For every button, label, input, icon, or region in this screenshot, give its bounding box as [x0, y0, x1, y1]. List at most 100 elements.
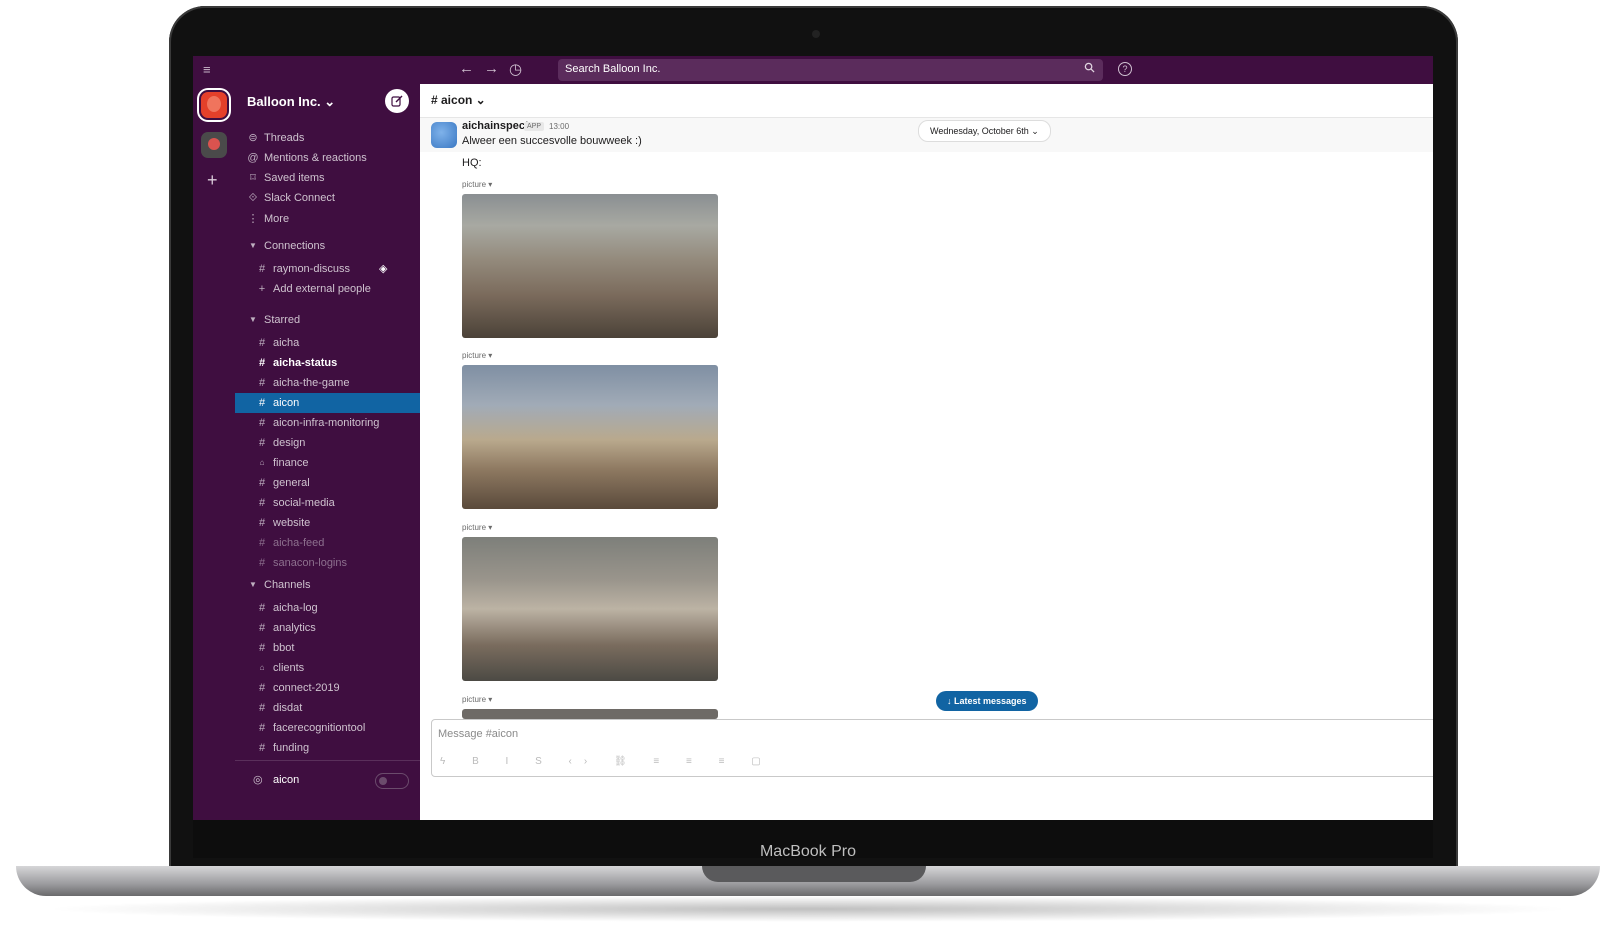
nav-label: Saved items	[264, 172, 325, 184]
channel-aicha-log[interactable]: # aicha-log	[235, 598, 420, 618]
camera	[812, 30, 820, 38]
channel-general[interactable]: # general	[235, 473, 420, 493]
forward-arrow-icon[interactable]: →	[484, 60, 499, 77]
hash-icon: #	[258, 377, 266, 389]
hash-icon: #	[258, 337, 266, 349]
channel-aicon[interactable]: # aicon	[235, 393, 420, 413]
attachment-label[interactable]: picture ▾	[462, 180, 492, 189]
nav-label: Mentions & reactions	[264, 152, 367, 164]
construction-photo[interactable]	[462, 194, 718, 338]
hash-icon: #	[258, 357, 266, 369]
compose-button[interactable]	[385, 89, 409, 113]
channel-design[interactable]: # design	[235, 433, 420, 453]
channel-label: analytics	[273, 622, 316, 634]
hash-icon: #	[258, 722, 266, 734]
help-icon[interactable]: ?	[1118, 62, 1132, 76]
channel-label: aicha-status	[273, 357, 338, 369]
device-label: MacBook Pro	[759, 843, 857, 860]
channel-label: design	[273, 437, 306, 449]
channel-label: aicha-the-game	[273, 377, 350, 389]
channel-aicha-the-game[interactable]: # aicha-the-game	[235, 373, 420, 393]
hash-icon: #	[258, 642, 266, 654]
channel-label: clients	[273, 662, 305, 674]
channel-aicha-feed[interactable]: # aicha-feed	[235, 533, 420, 553]
construction-photo[interactable]	[462, 365, 718, 509]
channel-label: raymon-discuss	[273, 263, 351, 275]
message-hq-text: HQ:	[462, 157, 482, 169]
section-connections[interactable]: ▼ Connections	[235, 236, 420, 256]
search-input[interactable]: Search Balloon Inc.	[558, 59, 1103, 81]
channel-analytics[interactable]: # analytics	[235, 618, 420, 638]
channel-connect-2019[interactable]: # connect-2019	[235, 678, 420, 698]
hash-icon: #	[258, 263, 266, 275]
workspace-name[interactable]: Balloon Inc. ⌄	[247, 94, 335, 110]
hash-icon: #	[258, 437, 266, 449]
hash-icon: #	[258, 602, 266, 614]
search-icon	[1084, 62, 1095, 73]
channel-website[interactable]: # website	[235, 513, 420, 533]
attachment-label[interactable]: picture ▾	[462, 351, 492, 360]
history-icon[interactable]: ◷	[509, 60, 522, 78]
hash-icon: #	[258, 622, 266, 634]
channel-label: website	[273, 517, 311, 529]
sidebar-divider	[235, 760, 420, 761]
compose-icon	[391, 95, 403, 107]
channel-label: aicha	[273, 337, 300, 349]
back-arrow-icon[interactable]: ←	[459, 60, 474, 77]
construction-photo[interactable]	[462, 537, 718, 681]
channel-label: Add external people	[273, 283, 371, 295]
add-external-people[interactable]: + Add external people	[235, 279, 420, 299]
channel-title[interactable]: # aicon ⌄	[431, 93, 486, 107]
message-text: Alweer een succesvolle bouwweek :)	[462, 135, 642, 147]
formatting-toolbar[interactable]: ϟ B I S ‹› ⛓ ≡ ≡ ≡ ▢	[440, 756, 773, 767]
menu-icon[interactable]: ≡	[203, 62, 211, 77]
channel-label: aicha-feed	[273, 537, 325, 549]
hash-icon: #	[258, 497, 266, 509]
channel-facerecognitiontool[interactable]: # facerecognitiontool	[235, 718, 420, 738]
channel-finance[interactable]: ⌂ finance	[235, 453, 420, 473]
channel-aicha-status[interactable]: # aicha-status	[235, 353, 420, 373]
nav-saved[interactable]: ⌑ Saved items	[235, 168, 420, 188]
nav-threads[interactable]: ⊜ Threads	[235, 128, 420, 148]
section-starred[interactable]: ▼ Starred	[235, 310, 420, 330]
nav-more[interactable]: ⋮ More	[235, 209, 420, 229]
channel-aicon-infra-monitoring[interactable]: # aicon-infra-monitoring	[235, 413, 420, 433]
message-time[interactable]: 13:00	[549, 122, 569, 131]
nav-mentions[interactable]: @ Mentions & reactions	[235, 148, 420, 168]
add-workspace-icon[interactable]: +	[207, 170, 218, 191]
latest-messages-button[interactable]: ↓ Latest messages	[936, 691, 1038, 711]
huddle-toggle[interactable]	[375, 773, 409, 789]
hash-icon: #	[258, 682, 266, 694]
section-channels[interactable]: ▼ Channels	[235, 575, 420, 595]
caret-down-icon: ▼	[249, 315, 257, 324]
lock-icon: ⌂	[259, 458, 265, 467]
section-label: Starred	[264, 314, 301, 326]
threads-icon: ⊜	[248, 132, 258, 144]
channel-clients[interactable]: ⌂ clients	[235, 658, 420, 678]
attachment-label[interactable]: picture ▾	[462, 695, 492, 704]
message-sender[interactable]: aichainspect	[462, 120, 529, 132]
message-composer[interactable]: Message #aicon ϟ B I S ‹› ⛓ ≡ ≡ ≡ ▢	[431, 719, 1433, 777]
channel-raymon-discuss[interactable]: # raymon-discuss ◈	[235, 259, 420, 279]
search-placeholder: Search Balloon Inc.	[565, 63, 661, 75]
nav-slack-connect[interactable]: ⟐ Slack Connect	[235, 188, 420, 208]
attachment-label[interactable]: picture ▾	[462, 523, 492, 532]
channel-sanacon-logins[interactable]: # sanacon-logins	[235, 553, 420, 573]
bookmark-icon: ⌑	[250, 172, 256, 184]
date-divider-button[interactable]: Wednesday, October 6th ⌄	[918, 120, 1051, 142]
channel-disdat[interactable]: # disdat	[235, 698, 420, 718]
workspace-balloon-icon[interactable]	[201, 92, 227, 118]
huddle-bar[interactable]: ◎ aicon	[235, 770, 420, 790]
nav-label: More	[264, 213, 290, 225]
channel-aicha[interactable]: # aicha	[235, 333, 420, 353]
channel-funding[interactable]: # funding	[235, 738, 420, 758]
construction-photo[interactable]	[462, 709, 718, 719]
bot-avatar[interactable]	[431, 122, 457, 148]
hash-icon: #	[258, 742, 266, 754]
channel-social-media[interactable]: # social-media	[235, 493, 420, 513]
workspace-secondary-icon[interactable]	[201, 132, 227, 158]
lock-icon: ⌂	[259, 663, 265, 672]
nav-label: Slack Connect	[264, 192, 335, 204]
channel-bbot[interactable]: # bbot	[235, 638, 420, 658]
hash-icon: #	[258, 557, 266, 569]
